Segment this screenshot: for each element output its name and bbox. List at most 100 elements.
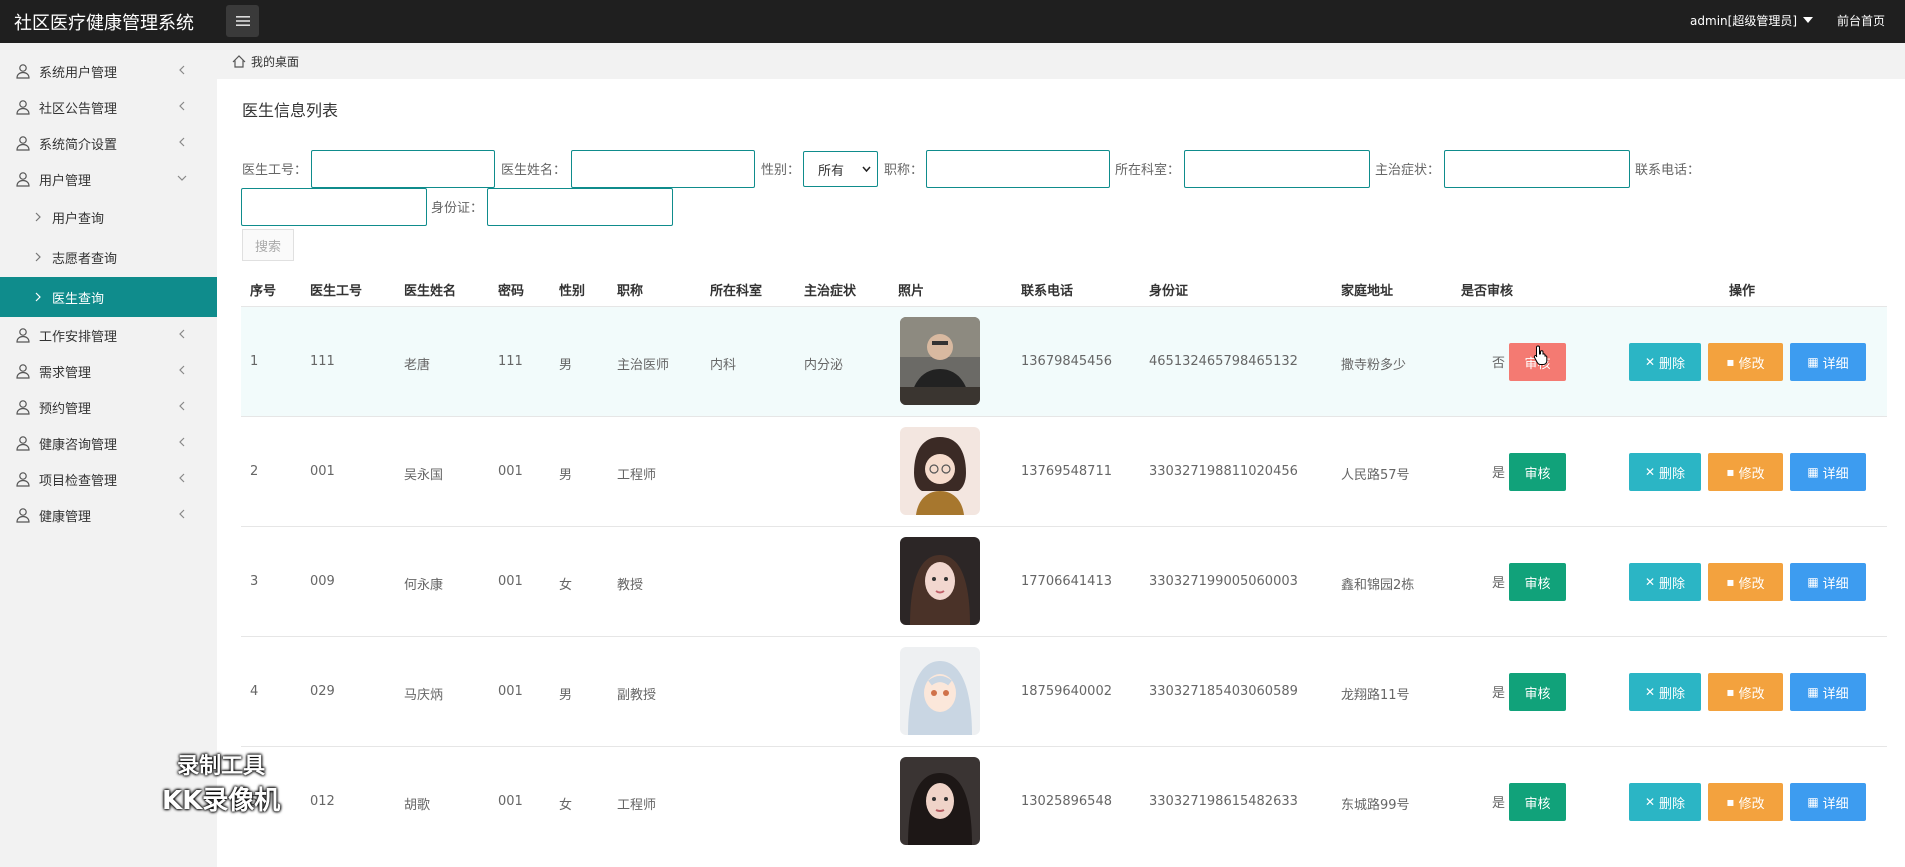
sidebar-item-checkups[interactable]: 项目检查管理 <box>0 461 217 497</box>
department-input[interactable] <box>1184 150 1370 188</box>
delete-button[interactable]: ✕ 删除 <box>1629 783 1701 821</box>
cell-audited: 是 <box>1492 796 1506 811</box>
sidebar-item-label: 系统用户管理 <box>39 65 118 81</box>
audit-button[interactable]: 审核 <box>1509 453 1566 491</box>
user-icon <box>16 472 30 487</box>
front-home-link[interactable]: 前台首页 <box>1837 12 1885 29</box>
chevron-left-icon <box>179 329 185 339</box>
cell-title: 副教授 <box>617 688 657 703</box>
sidebar: 系统用户管理 社区公告管理 系统简介设置 用户管理 用户查询 志愿者查询 医生查… <box>0 43 217 867</box>
sidebar-item-system-intro[interactable]: 系统简介设置 <box>0 125 217 161</box>
edit-button[interactable]: ▪ 修改 <box>1708 343 1783 381</box>
detail-button[interactable]: ▦ 详细 <box>1790 563 1866 601</box>
close-icon: ✕ <box>1644 685 1656 699</box>
sidebar-subitem-volunteer-query[interactable]: 志愿者查询 <box>0 237 217 277</box>
grid-icon: ▦ <box>1807 355 1819 369</box>
chevron-down-icon <box>177 175 187 181</box>
edit-button[interactable]: ▪ 修改 <box>1708 563 1783 601</box>
cell-gender: 女 <box>559 798 573 813</box>
doctor-name-input[interactable] <box>571 150 755 188</box>
doctor-photo <box>900 647 980 735</box>
cell-phone: 18759640002 <box>1021 684 1112 699</box>
sidebar-item-needs[interactable]: 需求管理 <box>0 353 217 389</box>
sidebar-subitem-doctor-query[interactable]: 医生查询 <box>0 277 217 317</box>
sidebar-item-label: 健康管理 <box>39 509 92 525</box>
chevron-left-icon <box>179 437 185 447</box>
sidebar-item-health-management[interactable]: 健康管理 <box>0 497 217 533</box>
sidebar-item-work-schedule[interactable]: 工作安排管理 <box>0 317 217 353</box>
sidebar-item-announcements[interactable]: 社区公告管理 <box>0 89 217 125</box>
sidebar-item-label: 用户管理 <box>39 173 92 189</box>
cell-doctor-name: 老唐 <box>404 358 431 373</box>
doctor-no-input[interactable] <box>311 150 495 188</box>
table-header: 序号 医生工号 医生姓名 密码 性别 职称 所在科室 主治症状 照片 联系电话 … <box>241 269 1887 307</box>
detail-button[interactable]: ▦ 详细 <box>1790 343 1866 381</box>
cell-specialty: 内分泌 <box>804 358 844 373</box>
cell-id-card: 330327198811020456 <box>1149 464 1298 479</box>
cell-password: 001 <box>498 574 523 589</box>
cell-audited: 是 <box>1492 686 1506 701</box>
cell-address: 鑫和锦园2栋 <box>1341 578 1415 593</box>
specialty-input[interactable] <box>1444 150 1630 188</box>
cell-title: 教授 <box>617 578 644 593</box>
doctor-photo <box>900 427 980 515</box>
detail-label: 详细 <box>1822 796 1849 812</box>
id-card-input[interactable] <box>487 188 673 226</box>
user-icon <box>16 100 30 115</box>
user-icon <box>16 64 30 79</box>
close-icon: ✕ <box>1644 355 1656 369</box>
sidebar-item-appointments[interactable]: 预约管理 <box>0 389 217 425</box>
doctor-photo <box>900 537 980 625</box>
column-header: 医生工号 <box>310 284 363 299</box>
filter-label-title: 职称： <box>884 163 924 178</box>
audit-button[interactable]: 审核 <box>1509 563 1566 601</box>
cell-address: 东城路99号 <box>1341 798 1410 813</box>
delete-button[interactable]: ✕ 删除 <box>1629 563 1701 601</box>
recording-watermark: 录制工具 KK录像机 <box>162 748 280 817</box>
breadcrumb-label[interactable]: 我的桌面 <box>251 53 299 70</box>
title-input[interactable] <box>926 150 1110 188</box>
sidebar-subitem-user-query[interactable]: 用户查询 <box>0 197 217 237</box>
user-icon <box>16 400 30 415</box>
sidebar-item-label: 项目检查管理 <box>39 473 118 489</box>
user-label: admin[超级管理员] <box>1690 14 1797 28</box>
delete-button[interactable]: ✕ 删除 <box>1629 453 1701 491</box>
delete-button[interactable]: ✕ 删除 <box>1629 673 1701 711</box>
sidebar-item-label: 社区公告管理 <box>39 101 118 117</box>
grid-icon: ▦ <box>1807 575 1819 589</box>
audit-button[interactable]: 审核 <box>1509 673 1566 711</box>
sidebar-subitem-label: 用户查询 <box>52 211 105 227</box>
cell-password: 001 <box>498 794 523 809</box>
phone-input[interactable] <box>241 188 427 226</box>
menu-toggle-button[interactable] <box>226 5 259 37</box>
grid-icon: ▦ <box>1807 795 1819 809</box>
cell-password: 001 <box>498 684 523 699</box>
detail-label: 详细 <box>1822 466 1849 482</box>
search-button[interactable]: 搜索 <box>242 229 294 261</box>
cell-gender: 男 <box>559 358 573 373</box>
sidebar-item-health-consult[interactable]: 健康咨询管理 <box>0 425 217 461</box>
watermark-line1: 录制工具 <box>177 754 266 779</box>
detail-button[interactable]: ▦ 详细 <box>1790 673 1866 711</box>
sidebar-item-system-users[interactable]: 系统用户管理 <box>0 53 217 89</box>
sidebar-item-user-management[interactable]: 用户管理 <box>0 161 217 197</box>
hand-cursor-icon <box>1533 345 1548 365</box>
user-menu[interactable]: admin[超级管理员] <box>1690 12 1813 29</box>
edit-button[interactable]: ▪ 修改 <box>1708 453 1783 491</box>
column-header: 序号 <box>250 284 277 299</box>
edit-button[interactable]: ▪ 修改 <box>1708 783 1783 821</box>
chevron-left-icon <box>179 509 185 519</box>
delete-button[interactable]: ✕ 删除 <box>1629 343 1701 381</box>
delete-label: 删除 <box>1659 466 1686 482</box>
cell-title: 主治医师 <box>617 358 670 373</box>
gender-select[interactable]: 所有 <box>803 151 878 187</box>
document-icon: ▪ <box>1726 685 1735 699</box>
detail-button[interactable]: ▦ 详细 <box>1790 453 1866 491</box>
user-icon <box>16 172 30 187</box>
cell-title: 工程师 <box>617 468 657 483</box>
audit-button[interactable]: 审核 <box>1509 783 1566 821</box>
cell-doctor-no: 012 <box>310 794 335 809</box>
detail-button[interactable]: ▦ 详细 <box>1790 783 1866 821</box>
edit-button[interactable]: ▪ 修改 <box>1708 673 1783 711</box>
edit-label: 修改 <box>1738 796 1765 812</box>
